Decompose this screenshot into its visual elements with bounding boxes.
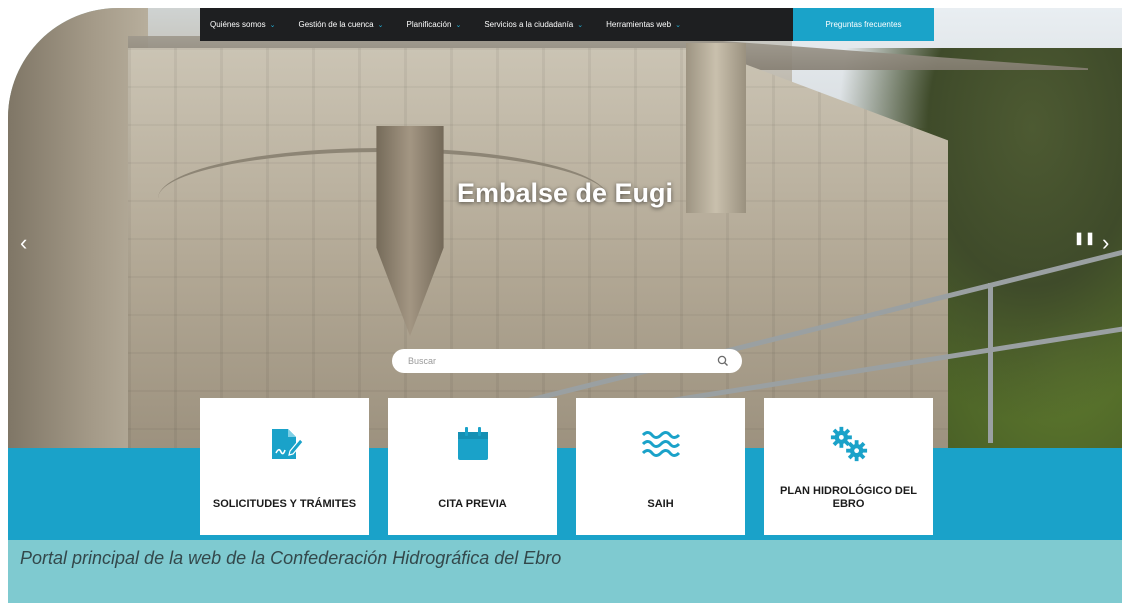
hero-railing	[988, 283, 993, 443]
card-cita-previa[interactable]: CITA PREVIA	[388, 398, 557, 535]
gears-icon	[829, 424, 869, 464]
card-plan-hidrologico[interactable]: PLAN HIDROLÓGICO DEL EBRO	[764, 398, 933, 535]
search-placeholder[interactable]: Buscar	[408, 356, 436, 366]
slider-next-arrow-icon[interactable]: ›	[1102, 230, 1109, 256]
nav-item-planificacion[interactable]: Planificación ⌄	[397, 20, 475, 29]
main-nav: Quiénes somos ⌄ Gestión de la cuenca ⌄ Pla…	[200, 8, 934, 41]
hero-dam-face	[128, 48, 948, 448]
nav-item-label: Planificación	[406, 20, 452, 29]
card-label: SAIH	[647, 498, 674, 510]
card-label: PLAN HIDROLÓGICO DEL EBRO	[780, 485, 917, 510]
nav-item-quienes-somos[interactable]: Quiénes somos ⌄	[200, 20, 288, 29]
nav-item-label: Herramientas web	[606, 20, 672, 29]
slider-prev-arrow-icon[interactable]: ‹	[20, 230, 27, 256]
search-icon[interactable]	[716, 354, 730, 368]
search-bar[interactable]: Buscar	[392, 349, 742, 373]
hero-dam-wall-left	[8, 8, 148, 448]
chevron-down-icon: ⌄	[269, 21, 276, 29]
screenshot-frame: Embalse de Eugi ‹ ❚❚ › Buscar Quiénes so…	[8, 8, 1122, 603]
nav-item-label: Servicios a la ciudadanía	[484, 20, 574, 29]
hero-slider: Embalse de Eugi ‹ ❚❚ › Buscar	[8, 8, 1122, 448]
figure-caption: Portal principal de la web de la Confede…	[20, 548, 562, 568]
water-waves-icon	[641, 424, 681, 464]
nav-item-label: Quiénes somos	[210, 20, 266, 29]
nav-item-label: Gestión de la cuenca	[298, 20, 374, 29]
cards-band	[8, 448, 1122, 540]
chevron-down-icon: ⌄	[455, 21, 462, 29]
card-label: SOLICITUDES Y TRÁMITES	[212, 498, 357, 510]
faq-button[interactable]: Preguntas frecuentes	[793, 8, 934, 41]
card-solicitudes-tramites[interactable]: SOLICITUDES Y TRÁMITES	[200, 398, 369, 535]
nav-item-servicios-ciudadania[interactable]: Servicios a la ciudadanía ⌄	[474, 20, 596, 29]
slider-pause-icon[interactable]: ❚❚	[1074, 231, 1096, 245]
chevron-down-icon: ⌄	[577, 21, 584, 29]
nav-item-herramientas-web[interactable]: Herramientas web ⌄	[596, 20, 694, 29]
document-signature-icon	[265, 424, 305, 464]
chevron-down-icon: ⌄	[675, 21, 681, 29]
chevron-down-icon: ⌄	[377, 21, 384, 29]
card-saih[interactable]: SAIH	[576, 398, 745, 535]
nav-item-gestion-cuenca[interactable]: Gestión de la cuenca ⌄	[288, 20, 396, 29]
calendar-icon	[453, 424, 493, 464]
card-label: CITA PREVIA	[438, 498, 507, 510]
hero-slide-title: Embalse de Eugi	[456, 178, 674, 208]
